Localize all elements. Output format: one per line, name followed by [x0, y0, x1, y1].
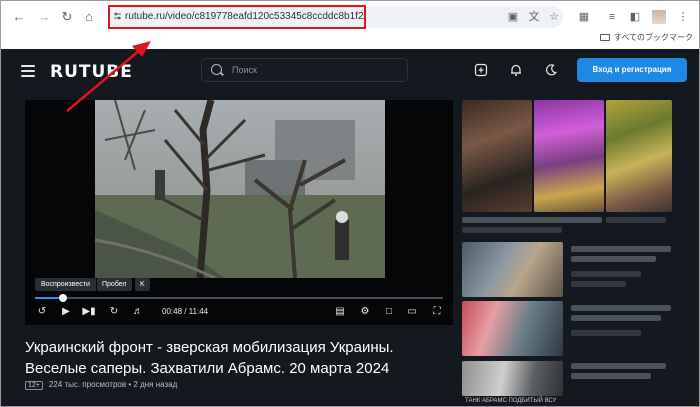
video-player[interactable]: Воспроизвести Пробел K ↺ ▶ ▶▮ ↻ ♬ 00:48 … — [25, 100, 453, 325]
play-tooltip: Воспроизвести — [35, 278, 96, 291]
search-icon — [211, 64, 222, 75]
site-header: RUTUBE Поиск Вход и регистрация — [1, 49, 699, 97]
upload-icon[interactable] — [472, 61, 490, 79]
volume-icon[interactable]: ♬ — [131, 305, 145, 319]
progress-handle[interactable] — [58, 294, 67, 302]
search-input[interactable]: Поиск — [201, 58, 408, 82]
video-meta: 12+ 224 тыс. просмотров • 2 дня назад — [25, 380, 177, 390]
rewind-10-icon[interactable]: ↺ — [35, 305, 49, 319]
video-title: Украинский фронт - зверская мобилизация … — [25, 339, 394, 377]
rec-title-line — [571, 246, 671, 252]
rec-thumbnail[interactable] — [462, 301, 563, 356]
notifications-bell-icon[interactable] — [507, 61, 525, 79]
rec-title-line — [571, 256, 656, 262]
extensions-icon[interactable]: ▦ — [576, 9, 592, 25]
rec-meta-line — [462, 227, 562, 233]
settings-gear-icon[interactable]: ⚙ — [358, 305, 372, 319]
rec-thumbnail[interactable] — [462, 100, 532, 212]
progress-bar[interactable] — [35, 294, 443, 302]
forward-10-icon[interactable]: ↻ — [107, 305, 121, 319]
view-count: 224 тыс. просмотров — [48, 380, 127, 389]
rec-thumbnail[interactable] — [462, 242, 563, 297]
age-rating-badge: 12+ — [25, 381, 43, 390]
rec-meta-line — [571, 271, 641, 277]
hamburger-menu-icon[interactable] — [21, 65, 35, 77]
posted-date: 2 дня назад — [133, 380, 178, 389]
home-icon[interactable]: ⌂ — [81, 9, 97, 25]
search-placeholder: Поиск — [232, 65, 257, 75]
theater-mode-icon[interactable]: ▭ — [405, 305, 419, 319]
browser-toolbar: ← → ↻ ⌂ rutube.ru/video/c819778eafd120c5… — [1, 1, 699, 49]
side-panel-icon[interactable]: ◧ — [627, 9, 643, 25]
screenshot-frame: ← → ↻ ⌂ rutube.ru/video/c819778eafd120c5… — [0, 0, 700, 407]
next-icon[interactable]: ▶▮ — [82, 305, 96, 319]
back-icon[interactable]: ← — [11, 9, 27, 25]
rec-title-line — [571, 305, 671, 311]
rec-title-line — [462, 217, 602, 223]
translate-icon[interactable]: 文 — [526, 9, 542, 25]
forward-icon[interactable]: → — [36, 9, 52, 25]
all-bookmarks[interactable]: すべてのブックマーク — [599, 32, 693, 43]
video-frame[interactable] — [95, 100, 385, 278]
cast-icon[interactable]: ▣ — [505, 9, 521, 25]
rec-title-line — [571, 373, 651, 379]
bookmark-star-icon[interactable]: ☆ — [546, 9, 562, 25]
pip-icon[interactable]: □ — [382, 305, 396, 319]
play-icon[interactable]: ▶ — [59, 305, 73, 319]
rec-thumbnail[interactable] — [462, 361, 563, 396]
rutube-logo[interactable]: RUTUBE — [50, 62, 133, 82]
login-register-button[interactable]: Вход и регистрация — [577, 58, 687, 82]
rec-thumbnail[interactable] — [534, 100, 604, 212]
rec-title-line — [571, 363, 666, 369]
profile-avatar-icon[interactable] — [651, 9, 667, 25]
menu-kebab-icon[interactable]: ⋮ — [675, 9, 691, 25]
rec-thumbnail[interactable] — [606, 100, 672, 212]
time-display: 00:48 / 11:44 — [162, 307, 209, 316]
theme-moon-icon[interactable] — [542, 61, 560, 79]
rutube-page: RUTUBE Поиск Вход и регистрация Воспроиз… — [1, 49, 699, 406]
rec-title-line — [571, 315, 661, 321]
shortcut-key-k: K — [135, 278, 150, 291]
all-bookmarks-label: すべてのブックマーク — [613, 33, 693, 42]
rec-meta-line — [571, 330, 641, 336]
rec-meta-line — [606, 217, 666, 223]
subtitles-icon[interactable]: ▤ — [333, 305, 347, 319]
folder-icon — [599, 34, 610, 41]
fullscreen-icon[interactable]: ⛶ — [430, 305, 444, 319]
reload-icon[interactable]: ↻ — [59, 9, 75, 25]
rec-caption: ТАНК АБРАМС ПОДБИТЫЙ ВСУ — [465, 398, 557, 404]
shortcut-key-space: Пробел — [97, 278, 132, 291]
rec-meta-line — [571, 281, 626, 287]
url-highlight-box — [108, 5, 366, 29]
reading-list-icon[interactable]: ≡ — [604, 9, 620, 25]
